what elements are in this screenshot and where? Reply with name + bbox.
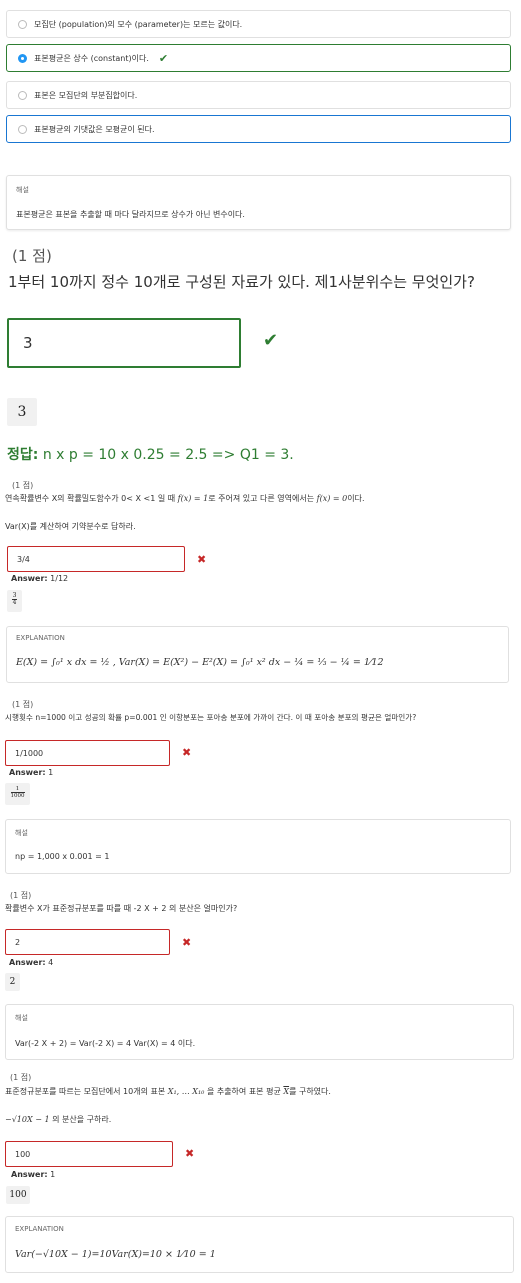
question-points: (1 점) <box>12 481 34 490</box>
question-text: Var(X)를 계산하여 기약분수로 답하라. <box>5 522 136 531</box>
math-expression: X₁, … X₁₀ <box>167 1087 205 1096</box>
question-text-part: 을 추출하여 표본 평균 <box>206 1087 281 1096</box>
question-points: (1 점) <box>12 700 34 709</box>
answer-feedback: Answer: 1/12 <box>11 574 68 583</box>
explanation-caption: 해설 <box>15 829 28 837</box>
explanation-text: np = 1,000 x 0.001 = 1 <box>15 852 110 861</box>
question-text-part: 로 주어져 있고 다른 영역에서는 <box>208 494 315 503</box>
explanation-card: EXPLANATION E(X) = ∫₀¹ x dx = ½ , Var(X)… <box>6 626 509 683</box>
question-text: 시행횟수 n=1000 이고 성공의 확률 p=0.001 인 이항분포는 포아… <box>5 713 417 722</box>
explanation-card: 해설 Var(-2 X + 2) = Var(-2 X) = 4 Var(X) … <box>5 1004 514 1060</box>
option-row[interactable]: 모집단 (population)의 모수 (parameter)는 모르는 값이… <box>6 10 511 38</box>
question-text: −√10X − 1 의 분산을 구하라. <box>5 1114 111 1125</box>
answer-label: Answer: <box>11 1170 48 1179</box>
explanation-card: 해설 np = 1,000 x 0.001 = 1 <box>5 819 511 874</box>
explanation-math: E(X) = ∫₀¹ x dx = ½ , Var(X) = E(X²) − E… <box>16 657 384 668</box>
explanation-caption: 해설 <box>15 1014 28 1022</box>
question-text-part: 이다. <box>347 494 365 503</box>
question-text: 1부터 10까지 정수 10개로 구성된 자료가 있다. 제1사분위수는 무엇인… <box>8 273 475 291</box>
math-expression: −√10X − 1 <box>5 1115 50 1124</box>
correct-text: n x p = 10 x 0.25 = 2.5 => Q1 = 3. <box>42 447 294 463</box>
answer-value: 1 <box>50 1170 56 1179</box>
question-text: 표준정규분포를 따르는 모집단에서 10개의 표본 X₁, … X₁₀ 을 추출… <box>5 1086 331 1097</box>
answer-value: 1/12 <box>50 574 69 583</box>
explanation-caption: 해설 <box>16 186 29 194</box>
question-points: (1 점) <box>10 891 32 900</box>
radio-button[interactable] <box>18 90 27 100</box>
answer-label: Answer: <box>9 958 46 967</box>
answer-input[interactable]: 3/4 <box>7 546 185 572</box>
answer-value: 4 <box>48 958 54 967</box>
correct-answer: 정답: n x p = 10 x 0.25 = 2.5 => Q1 = 3. <box>7 444 294 464</box>
option-label: 표본은 모집단의 부분집합이다. <box>34 90 138 100</box>
explanation-caption: EXPLANATION <box>16 634 65 642</box>
correct-label: 정답: <box>7 447 39 463</box>
fraction-denominator: 1000 <box>10 793 25 799</box>
answer-input[interactable]: 100 <box>5 1141 173 1167</box>
explanation-caption: EXPLANATION <box>15 1225 64 1233</box>
explanation-math: Var(−√10X − 1)=10Var(X)=10 × 1⁄10 = 1 <box>15 1249 216 1260</box>
option-label: 모집단 (population)의 모수 (parameter)는 모르는 값이… <box>34 19 243 29</box>
fraction-denominator: 4 <box>12 599 17 606</box>
x-icon: ✖ <box>185 1147 195 1160</box>
question-text: 확률변수 X가 표준정규분포를 따를 때 -2 X + 2 의 분산은 얼마인가… <box>5 904 238 913</box>
question-points: (1 점) <box>10 1073 32 1082</box>
explanation-card: EXPLANATION Var(−√10X − 1)=10Var(X)=10 ×… <box>5 1216 514 1273</box>
explanation-text: Var(-2 X + 2) = Var(-2 X) = 4 Var(X) = 4… <box>15 1039 196 1048</box>
option-row[interactable]: 표본은 모집단의 부분집합이다. <box>6 81 511 109</box>
question-text-part: 표준정규분포를 따르는 모집단에서 10개의 표본 <box>5 1087 166 1096</box>
answer-input[interactable]: 2 <box>5 929 170 955</box>
answer-input[interactable]: 3 <box>7 318 241 368</box>
answer-label: Answer: <box>11 574 48 583</box>
rendered-answer: 34 <box>7 590 22 612</box>
explanation-card: 해설 표본평균은 표본을 추출할 때 마다 달라지므로 상수가 아닌 변수이다. <box>6 175 511 230</box>
question-text-part: 의 분산을 구하라. <box>52 1115 112 1124</box>
x-icon: ✖ <box>182 936 192 949</box>
question-points: (1 점) <box>12 247 52 265</box>
question-text-part: 를 구하였다. <box>289 1087 331 1096</box>
rendered-answer: 100 <box>6 1186 30 1204</box>
option-row-selected[interactable]: 표본평균은 상수 (constant)이다. ✔ <box>6 44 511 72</box>
rendered-answer: 1 1000 <box>5 783 30 805</box>
x-icon: ✖ <box>182 746 192 759</box>
answer-value: 1 <box>48 768 54 777</box>
check-icon: ✔ <box>263 330 279 351</box>
radio-button[interactable] <box>18 124 27 134</box>
check-icon: ✔ <box>158 51 169 65</box>
question-text-part: 연속확률변수 X의 확률밀도함수가 0< X <1 일 때 <box>5 494 176 503</box>
radio-button-checked[interactable] <box>18 53 27 63</box>
radio-button[interactable] <box>18 19 27 29</box>
answer-input[interactable]: 1/1000 <box>5 740 170 766</box>
answer-feedback: Answer: 1 <box>11 1170 55 1179</box>
explanation-text: 표본평균은 표본을 추출할 때 마다 달라지므로 상수가 아닌 변수이다. <box>16 210 245 219</box>
option-label: 표본평균은 상수 (constant)이다. <box>34 53 149 63</box>
question-text: 연속확률변수 X의 확률밀도함수가 0< X <1 일 때 f(x) = 1로 … <box>5 493 365 504</box>
option-label: 표본평균의 기댓값은 모평균이 된다. <box>34 124 155 134</box>
math-expression: f(x) = 1 <box>177 494 209 503</box>
rendered-answer: 2 <box>5 973 20 991</box>
rendered-answer: 3 <box>7 398 37 426</box>
answer-feedback: Answer: 4 <box>9 958 53 967</box>
answer-label: Answer: <box>9 768 46 777</box>
fraction-numerator: 1 <box>10 786 25 793</box>
math-expression: f(x) = 0 <box>316 494 348 503</box>
answer-feedback: Answer: 1 <box>9 768 53 777</box>
x-icon: ✖ <box>197 553 207 566</box>
option-row[interactable]: 표본평균의 기댓값은 모평균이 된다. <box>6 115 511 143</box>
